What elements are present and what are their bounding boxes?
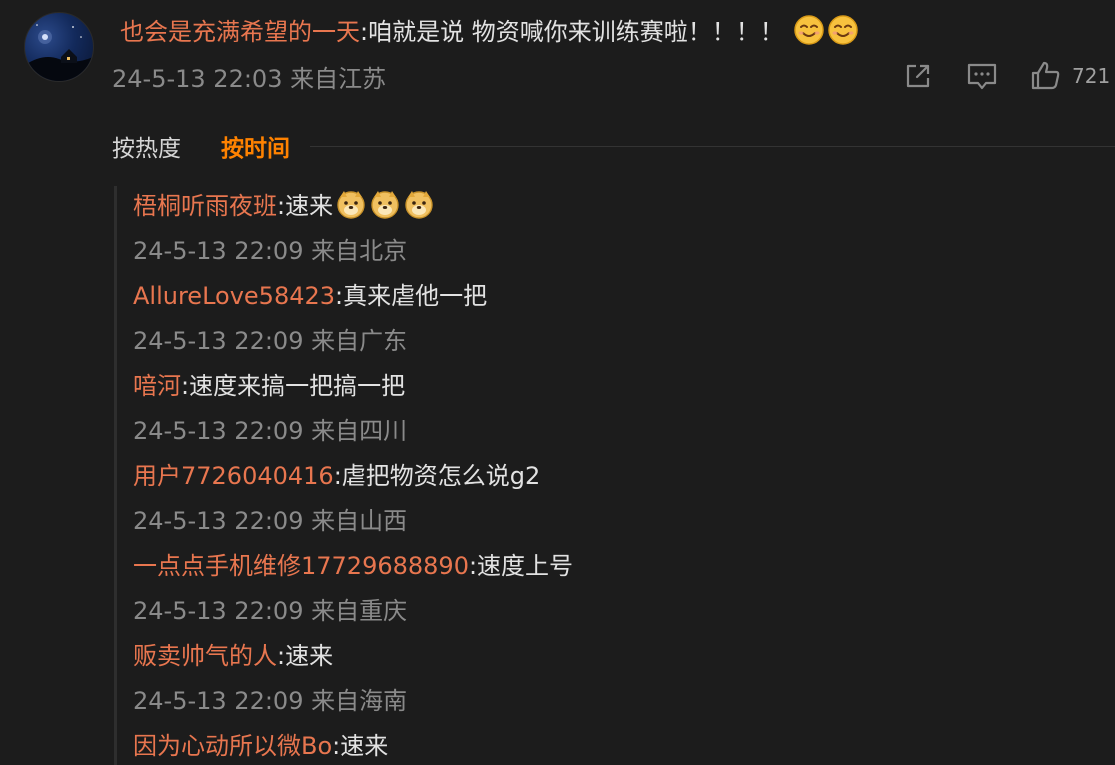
reply-content: 贩卖帅气的人:速来 [133, 636, 407, 676]
avatar[interactable] [24, 12, 94, 82]
reply-author[interactable]: 因为心动所以微Bo [133, 732, 332, 760]
reply-meta: 24-5-13 22:09 来自海南 [133, 687, 408, 715]
comment-button[interactable] [964, 58, 1000, 94]
reply-list: 梧桐听雨夜班:速来 24-5-13 22:09 来自北京 AllureLove5… [114, 186, 1107, 765]
tab-sort-by-hot[interactable]: 按热度 [112, 129, 181, 163]
reply-item: 贩卖帅气的人:速来 24-5-13 22:09 来自海南 [133, 636, 407, 721]
avatar-night-house-image [25, 24, 93, 81]
smile-emoji-icon [793, 14, 825, 46]
comment-author[interactable]: 也会是充满希望的一天 [120, 18, 360, 46]
reply-author[interactable]: 一点点手机维修17729688890 [133, 552, 469, 580]
reply-item: 一点点手机维修17729688890:速度上号 24-5-13 22:09 来自… [133, 546, 573, 631]
comment-actions: 721 [900, 56, 1110, 96]
share-button[interactable] [900, 58, 936, 94]
reply-content: 喑河:速度来搞一把搞一把 [133, 366, 407, 406]
reply-meta: 24-5-13 22:09 来自广东 [133, 327, 408, 355]
reply-author[interactable]: 喑河 [133, 372, 181, 400]
divider [310, 145, 1115, 147]
reply-text: :速度上号 [468, 552, 574, 580]
reply-content: 梧桐听雨夜班:速来 [133, 186, 435, 226]
comment-meta: 24-5-13 22:03 来自江苏 [112, 65, 387, 93]
reply-item: 喑河:速度来搞一把搞一把 24-5-13 22:09 来自四川 [133, 366, 407, 451]
thumbs-up-icon [1031, 61, 1060, 90]
reply-text: :速度来搞一把搞一把 [181, 372, 406, 400]
sort-bar: 按热度 按时间 [112, 126, 1115, 166]
doge-emoji-icon [369, 188, 401, 220]
share-icon [906, 64, 930, 88]
like-button[interactable]: 721 [1028, 58, 1110, 94]
reply-content: 用户7726040416:虐把物资怎么说g2 [133, 456, 540, 496]
reply-author[interactable]: 贩卖帅气的人 [133, 642, 277, 670]
reply-author[interactable]: AllureLove58423 [133, 282, 335, 310]
reply-author[interactable]: 梧桐听雨夜班 [133, 192, 277, 220]
comment-thread-page: 也会是充满希望的一天:咱就是说 物资喊你来训练赛啦！！！！ 24-5-13 22… [0, 0, 1115, 765]
doge-emoji-icon [335, 188, 367, 220]
reply-text: :速来 [332, 732, 389, 760]
reply-text: :虐把物资怎么说g2 [333, 462, 541, 490]
tab-sort-by-time[interactable]: 按时间 [221, 129, 290, 163]
like-count: 721 [1072, 64, 1111, 88]
doge-emoji-icon [403, 188, 435, 220]
reply-meta: 24-5-13 22:09 来自北京 [133, 237, 408, 265]
reply-text: :速来 [277, 192, 334, 220]
reply-item: AllureLove58423:真来虐他一把 24-5-13 22:09 来自广… [133, 276, 487, 361]
comment-text: :咱就是说 物资喊你来训练赛啦！！！！ [360, 18, 784, 46]
reply-text: :速来 [277, 642, 334, 670]
reply-item: 用户7726040416:虐把物资怎么说g2 24-5-13 22:09 来自山… [133, 456, 540, 541]
reply-meta: 24-5-13 22:09 来自四川 [133, 417, 408, 445]
reply-content: AllureLove58423:真来虐他一把 [133, 276, 487, 316]
reply-meta: 24-5-13 22:09 来自重庆 [133, 597, 408, 625]
reply-content: 一点点手机维修17729688890:速度上号 [133, 546, 573, 586]
reply-author[interactable]: 用户7726040416 [133, 462, 334, 490]
reply-item: 因为心动所以微Bo:速来 [133, 726, 388, 765]
reply-item: 梧桐听雨夜班:速来 24-5-13 22:09 来自北京 [133, 186, 435, 271]
main-comment: 也会是充满希望的一天:咱就是说 物资喊你来训练赛啦！！！！ [120, 14, 859, 50]
reply-content: 因为心动所以微Bo:速来 [133, 726, 388, 765]
reply-meta: 24-5-13 22:09 来自山西 [133, 507, 408, 535]
reply-text: :真来虐他一把 [335, 282, 488, 310]
comment-icon [967, 63, 997, 90]
smile-emoji-icon [827, 14, 859, 46]
